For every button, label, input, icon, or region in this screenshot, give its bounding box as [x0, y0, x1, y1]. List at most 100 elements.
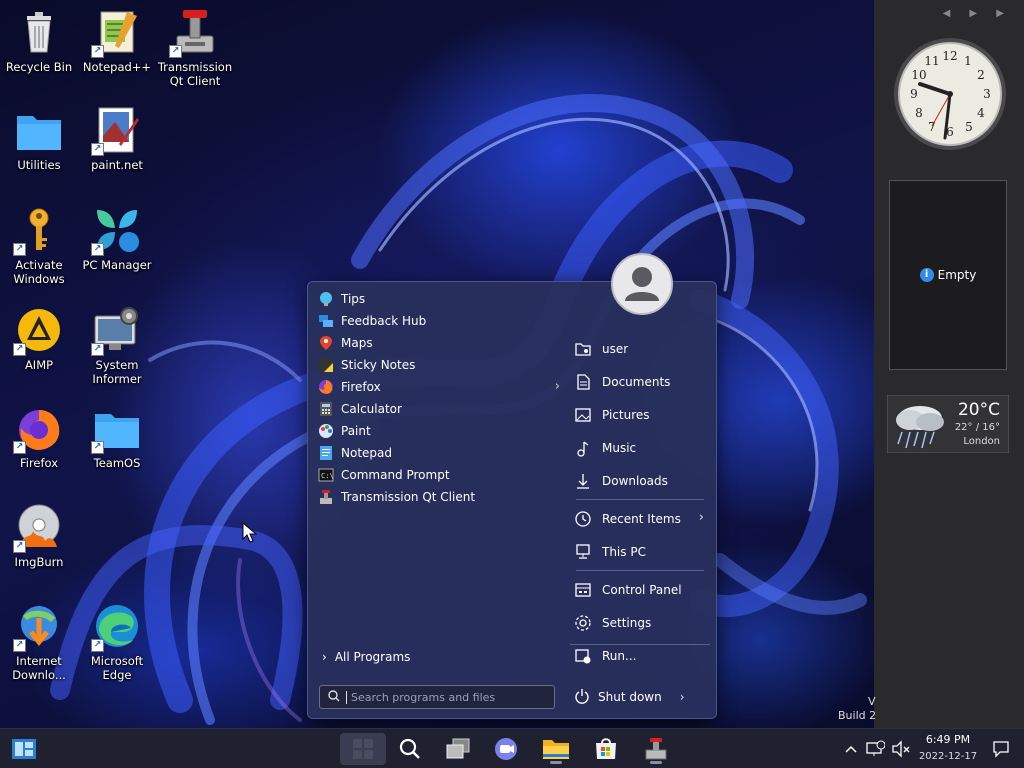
gadget-sidebar: ◀ ▶ ▶ 12 1 2 345 678 9 10 11 i Empty 20°…: [874, 0, 1024, 728]
command-prompt-icon: C:\: [318, 467, 334, 483]
build-watermark: Build 2: [838, 709, 877, 722]
notification-icon: [993, 741, 1009, 758]
place-item-documents[interactable]: Documents: [570, 365, 710, 398]
program-item-sticky-notes[interactable]: Sticky Notes: [314, 354, 564, 376]
svg-text:3: 3: [983, 87, 991, 101]
program-item-calculator[interactable]: Calculator: [314, 398, 564, 420]
shortcut-arrow-icon: ↗: [169, 45, 182, 58]
program-item-paint[interactable]: Paint: [314, 420, 564, 442]
analog-clock-gadget[interactable]: 12 1 2 345 678 9 10 11: [892, 36, 1008, 152]
notepad-icon: [318, 445, 334, 461]
weather-gadget[interactable]: 20°C 22° / 16° London: [887, 395, 1009, 453]
all-programs-button[interactable]: › All Programs: [322, 650, 410, 664]
transmission-icon: ↗: [169, 8, 219, 58]
program-item-label: Command Prompt: [341, 468, 450, 482]
downloads-icon: [574, 472, 592, 490]
svg-text:1: 1: [964, 54, 972, 68]
chevron-right-icon[interactable]: ›: [680, 690, 685, 704]
desktop-icon-pc-manager[interactable]: ↗ PC Manager: [78, 206, 156, 272]
program-item-label: Tips: [341, 292, 366, 306]
program-item-transmission[interactable]: Transmission Qt Client: [314, 486, 564, 508]
program-item-maps[interactable]: Maps: [314, 332, 564, 354]
sidebar-nav-arrows[interactable]: ◀ ▶ ▶: [943, 8, 1012, 19]
search-box[interactable]: [319, 685, 555, 709]
search-input[interactable]: [346, 690, 536, 704]
teams-chat-button[interactable]: [486, 733, 526, 765]
place-item-pictures[interactable]: Pictures: [570, 398, 710, 431]
desktop-icon-notepadpp[interactable]: ↗ Notepad++: [78, 8, 156, 74]
place-item-music[interactable]: Music: [570, 431, 710, 464]
svg-text:2: 2: [977, 68, 985, 82]
microsoft-store-button[interactable]: [586, 733, 626, 765]
calculator-icon: [318, 401, 334, 417]
place-item-downloads[interactable]: Downloads: [570, 464, 710, 497]
place-item-this-pc[interactable]: This PC: [570, 535, 710, 568]
weather-city: London: [963, 436, 1000, 447]
desktop-icon-teamos[interactable]: ↗ TeamOS: [78, 404, 156, 470]
program-item-label: Maps: [341, 336, 373, 350]
documents-icon: [574, 373, 592, 391]
transmission-taskbar-button[interactable]: [636, 733, 676, 765]
sticky-notes-icon: [318, 357, 334, 373]
desktop-icon-activate-windows[interactable]: ↗ Activate Windows: [0, 206, 78, 286]
shortcut-arrow-icon: ↗: [13, 243, 26, 256]
program-item-label: Sticky Notes: [341, 358, 416, 372]
search-button[interactable]: [390, 733, 430, 765]
empty-gadget[interactable]: i Empty: [889, 180, 1007, 370]
desktop-icon-internet-download[interactable]: ↗ Internet Downlo...: [0, 602, 78, 682]
internet-download-manager-icon: ↗: [13, 602, 63, 652]
desktop-icon-aimp[interactable]: ↗ AIMP: [0, 306, 78, 372]
user-avatar[interactable]: [611, 253, 673, 315]
chevron-up-icon: [845, 745, 857, 753]
place-item-label: Run...: [602, 648, 637, 663]
shortcut-arrow-icon: ↗: [91, 441, 104, 454]
shortcut-arrow-icon: ↗: [91, 143, 104, 156]
shortcut-arrow-icon: ↗: [13, 343, 26, 356]
notepadpp-icon: ↗: [91, 8, 141, 58]
place-item-user[interactable]: user: [570, 332, 710, 365]
shutdown-button[interactable]: Shut down ›: [574, 685, 685, 709]
place-item-recent-items[interactable]: Recent Items ›: [570, 502, 710, 535]
desktop-icon-system-informer[interactable]: ↗ System Informer: [78, 306, 156, 386]
chevron-right-icon[interactable]: ›: [555, 379, 560, 394]
program-item-notepad[interactable]: Notepad: [314, 442, 564, 464]
desktop-icon-label: ImgBurn: [14, 555, 64, 569]
weather-temp: 20°C: [957, 400, 1000, 420]
taskbar-clock-time[interactable]: 6:49 PM: [922, 733, 974, 746]
recycle-bin-icon: [15, 8, 63, 56]
desktop-icon-microsoft-edge[interactable]: ↗ Microsoft Edge: [78, 602, 156, 682]
notifications-button[interactable]: [986, 733, 1016, 765]
file-explorer-button[interactable]: [536, 733, 576, 765]
aimp-icon: ↗: [13, 306, 63, 356]
this-pc-icon: [574, 543, 592, 561]
place-item-label: Music: [602, 440, 637, 455]
desktop-icon-label: TeamOS: [93, 456, 141, 470]
program-item-tips[interactable]: Tips: [314, 288, 564, 310]
widgets-button[interactable]: [4, 733, 44, 765]
place-item-label: Control Panel: [602, 582, 682, 597]
task-view-button[interactable]: [438, 733, 478, 765]
shortcut-arrow-icon: ↗: [13, 639, 26, 652]
desktop-icon-utilities[interactable]: Utilities: [0, 106, 78, 172]
tray-overflow-button[interactable]: [838, 733, 864, 765]
place-item-control-panel[interactable]: Control Panel: [570, 573, 710, 606]
firefox-icon: [318, 379, 334, 395]
desktop-icon-paintnet[interactable]: ↗ paint.net: [78, 106, 156, 172]
program-item-command-prompt[interactable]: C:\ Command Prompt: [314, 464, 564, 486]
volume-tray-button[interactable]: [888, 733, 914, 765]
active-app-indicator: [650, 761, 662, 764]
taskbar-clock-date[interactable]: 2022-12-17: [916, 751, 980, 762]
program-item-feedback-hub[interactable]: Feedback Hub: [314, 310, 564, 332]
start-button[interactable]: [340, 733, 386, 765]
network-tray-button[interactable]: [862, 733, 888, 765]
desktop-icon-transmission[interactable]: ↗ Transmission Qt Client: [156, 8, 234, 88]
desktop-icon-imgburn[interactable]: ↗ ImgBurn: [0, 503, 78, 569]
widgets-icon: [12, 739, 36, 759]
paint-icon: [318, 423, 334, 439]
desktop-icon-firefox[interactable]: ↗ Firefox: [0, 404, 78, 470]
desktop-icon-recycle-bin[interactable]: Recycle Bin: [0, 8, 78, 74]
chevron-right-icon[interactable]: ›: [699, 510, 704, 525]
place-item-settings[interactable]: Settings: [570, 606, 710, 639]
program-item-firefox[interactable]: Firefox ›: [314, 376, 564, 398]
program-item-label: Firefox: [341, 380, 381, 394]
